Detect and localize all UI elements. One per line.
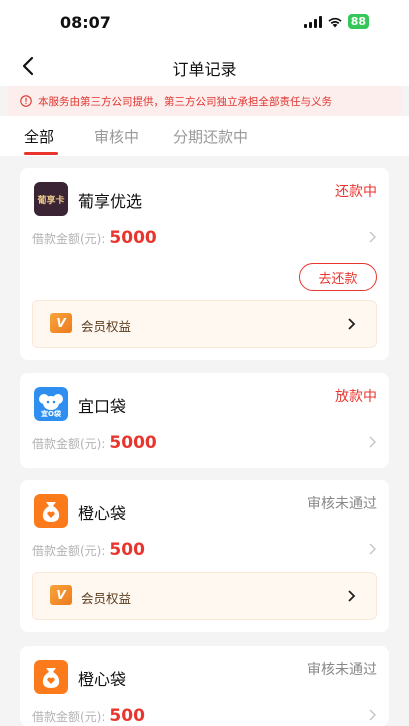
- status-icons: 88: [303, 14, 369, 29]
- tab-reviewing[interactable]: 审核中: [94, 126, 139, 147]
- status-time: 08:07: [60, 13, 111, 32]
- money-bag-icon: [34, 660, 68, 694]
- amount-value: 500: [109, 706, 145, 726]
- order-status: 审核未通过: [307, 662, 377, 678]
- chevron-right-icon[interactable]: [367, 708, 377, 722]
- tab-indicator: [24, 152, 58, 155]
- money-bag-icon: [34, 494, 68, 528]
- vip-icon: V: [50, 585, 72, 605]
- tab-all[interactable]: 全部: [24, 126, 54, 147]
- order-card[interactable]: 橙心袋 审核未通过 借款金额(元): 500 V 会员权益: [20, 480, 389, 632]
- brand-logo: 葡享卡: [34, 182, 68, 216]
- order-status: 还款中: [335, 184, 377, 200]
- order-name: 橙心袋: [78, 670, 127, 689]
- member-benefit-row[interactable]: V 会员权益: [32, 572, 377, 620]
- order-name: 葡享优选: [78, 192, 143, 211]
- chevron-right-icon: [348, 318, 356, 330]
- order-status: 放款中: [335, 389, 377, 405]
- notice-banner: 本服务由第三方公司提供，第三方公司独立承担全部责任与义务: [8, 86, 401, 116]
- amount-label: 借款金额(元):: [32, 710, 106, 724]
- battery-icon: 88: [347, 14, 369, 29]
- benefit-label: 会员权益: [81, 591, 132, 606]
- page-title: 订单记录: [172, 60, 237, 79]
- vip-icon: V: [50, 313, 72, 333]
- order-status: 审核未通过: [307, 496, 377, 512]
- info-icon: [20, 95, 32, 107]
- koala-icon: 宜O袋: [34, 387, 68, 421]
- nav-bar: 订单记录: [0, 46, 409, 86]
- tab-bar: 全部 审核中 分期还款中: [0, 116, 409, 156]
- order-card[interactable]: 橙心袋 审核未通过 借款金额(元): 500: [20, 646, 389, 726]
- member-benefit-row[interactable]: V 会员权益: [32, 300, 377, 348]
- amount-label: 借款金额(元):: [32, 232, 106, 246]
- money-bag-logo: [42, 502, 60, 522]
- tab-installment[interactable]: 分期还款中: [173, 126, 248, 147]
- order-card[interactable]: 葡享卡 葡享优选 还款中 借款金额(元): 5000 去还款 V 会员权益: [20, 168, 389, 360]
- order-name: 橙心袋: [78, 504, 127, 523]
- amount-value: 500: [109, 540, 145, 560]
- brand-logo-text: 葡享卡: [37, 195, 65, 206]
- signal-icon: [303, 15, 322, 28]
- chevron-right-icon[interactable]: [367, 230, 377, 244]
- amount-value: 5000: [109, 433, 157, 453]
- amount-row: 借款金额(元): 500: [32, 540, 145, 560]
- chevron-right-icon: [348, 590, 356, 602]
- chevron-right-icon[interactable]: [367, 435, 377, 449]
- chevron-right-icon[interactable]: [367, 542, 377, 556]
- order-card[interactable]: 宜O袋 宜口袋 放款中 借款金额(元): 5000: [20, 373, 389, 468]
- wifi-icon: [328, 17, 342, 27]
- amount-label: 借款金额(元):: [32, 437, 106, 451]
- money-bag-logo: [42, 668, 60, 688]
- benefit-label: 会员权益: [81, 319, 132, 334]
- order-name: 宜口袋: [78, 397, 127, 416]
- repay-button[interactable]: 去还款: [299, 263, 377, 291]
- notice-text: 本服务由第三方公司提供，第三方公司独立承担全部责任与义务: [38, 95, 332, 108]
- brand-logo-text: 宜O袋: [41, 410, 61, 418]
- amount-label: 借款金额(元):: [32, 544, 106, 558]
- amount-row: 借款金额(元): 5000: [32, 228, 157, 248]
- amount-row: 借款金额(元): 500: [32, 706, 145, 726]
- amount-row: 借款金额(元): 5000: [32, 433, 157, 453]
- amount-value: 5000: [109, 228, 157, 248]
- status-bar: 08:07 88: [0, 0, 409, 46]
